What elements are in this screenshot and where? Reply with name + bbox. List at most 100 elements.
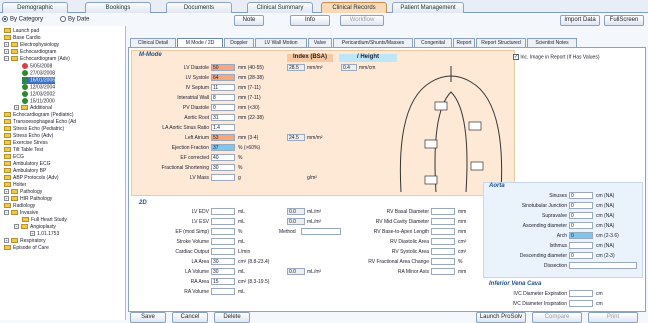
mmode-field-input[interactable]: 11 xyxy=(211,84,235,91)
tab-clinical-summary[interactable]: Clinical Summary xyxy=(247,2,313,13)
print-button[interactable]: Print xyxy=(588,312,638,323)
tree-item[interactable]: + Electrophysiology xyxy=(4,42,59,49)
tree-item[interactable]: + Echocardiogram xyxy=(4,49,56,56)
rv-field-input[interactable] xyxy=(431,268,455,275)
collapse-icon[interactable]: − xyxy=(14,224,19,230)
subtab-congenital[interactable]: Congenital xyxy=(414,38,452,47)
rv-field-input[interactable] xyxy=(431,218,455,225)
workflow-button[interactable]: Workflow xyxy=(340,15,384,26)
tree-item[interactable]: − Invasive xyxy=(4,210,38,217)
subtab-valve[interactable]: Valve xyxy=(308,38,332,47)
twod-field-input[interactable]: 30 xyxy=(211,268,235,275)
cancel-button[interactable]: Cancel xyxy=(172,312,208,323)
mmode-field-input[interactable]: 8 xyxy=(211,94,235,101)
rv-field-input[interactable] xyxy=(431,258,455,265)
mmode-field-input[interactable]: 40 xyxy=(211,154,235,161)
tree-item[interactable]: Holter xyxy=(4,182,26,189)
expand-icon[interactable]: + xyxy=(4,42,9,48)
ivc-field-input[interactable] xyxy=(569,290,593,297)
tab-patient-management[interactable]: Patient Management xyxy=(392,2,464,13)
subtab-clinical-detail[interactable]: Clinical Detail xyxy=(130,38,176,47)
info-button[interactable]: Info xyxy=(290,15,330,26)
tree-item[interactable]: Exercise Stress xyxy=(4,140,48,147)
rv-field-input[interactable] xyxy=(431,228,455,235)
tree-item[interactable]: Stress Echo (Adv) xyxy=(4,133,53,140)
mmode-field-input[interactable]: 1.4 xyxy=(211,124,235,131)
twod-field-input[interactable]: 15 xyxy=(211,278,235,285)
expand-icon[interactable]: + xyxy=(4,238,9,244)
tree-item[interactable]: Echocardiogram (Pediatric) xyxy=(4,112,74,119)
expand-icon[interactable]: + xyxy=(30,231,35,237)
tree-item[interactable]: Stress Echo (Pediatric) xyxy=(4,126,64,133)
aorta-field-input[interactable]: 0 xyxy=(569,202,593,209)
mmode-field-input[interactable]: 50 xyxy=(211,64,235,71)
twod-field-input[interactable] xyxy=(211,288,235,295)
import-data-button[interactable]: Import Data xyxy=(560,15,600,26)
subtab-pericardium[interactable]: Pericardium/Shunts/Masses xyxy=(333,38,413,47)
tree-item[interactable]: Base Cardio xyxy=(4,35,41,42)
rv-field-input[interactable] xyxy=(431,248,455,255)
collapse-icon[interactable]: − xyxy=(4,56,9,62)
tree-item[interactable]: Radiology xyxy=(4,203,35,210)
subtab-doppler[interactable]: Doppler xyxy=(224,38,254,47)
aorta-field-input[interactable] xyxy=(569,242,593,249)
aorta-field-input[interactable]: 0 xyxy=(569,192,593,199)
tree-item[interactable]: Ambulatory ECG xyxy=(4,161,51,168)
twod-field-input[interactable] xyxy=(211,238,235,245)
ivc-field-input[interactable] xyxy=(569,300,593,307)
expand-icon[interactable]: + xyxy=(4,196,9,202)
mmode-field-input[interactable]: 53 xyxy=(211,134,235,141)
aorta-field-input[interactable]: 0 xyxy=(569,232,593,239)
twod-field-input[interactable] xyxy=(211,218,235,225)
mmode-field-input[interactable]: 31 xyxy=(211,114,235,121)
tree-item[interactable]: − Echocardiogram (Adv) xyxy=(4,56,70,63)
twod-field-input[interactable] xyxy=(211,208,235,215)
mmode-field-input[interactable] xyxy=(211,174,235,181)
mmode-field-input[interactable]: 37 xyxy=(211,144,235,151)
rv-field-input[interactable] xyxy=(431,238,455,245)
mmode-field-input[interactable]: 30 xyxy=(211,164,235,171)
tree-item[interactable]: +1.01.1753 xyxy=(30,231,59,238)
tree-item[interactable]: Episode of Care xyxy=(4,245,49,252)
expand-icon[interactable]: + xyxy=(4,49,9,55)
tree-item[interactable]: ECG xyxy=(4,154,24,161)
mmode-field-input[interactable]: 64 xyxy=(211,74,235,81)
expand-icon[interactable]: + xyxy=(4,189,9,195)
tree-item[interactable]: − Angioplasty xyxy=(14,224,56,231)
tree-item[interactable]: Ambulatory BP xyxy=(4,168,46,175)
subtab-scientist-notes[interactable]: Scientist Notes xyxy=(527,38,577,47)
subtab-mmode-2d[interactable]: M Mode / 2D xyxy=(177,38,223,47)
save-button[interactable]: Save xyxy=(130,312,166,323)
by-date-radio[interactable]: By Date xyxy=(60,16,89,23)
tree-item[interactable]: + Pathology xyxy=(4,189,42,196)
twod-field-input[interactable] xyxy=(211,228,235,235)
compare-button[interactable]: Compare xyxy=(532,312,582,323)
note-button[interactable]: Note xyxy=(234,15,264,26)
delete-button[interactable]: Delete xyxy=(214,312,250,323)
aorta-field-input[interactable]: 0 xyxy=(569,222,593,229)
collapse-icon[interactable]: − xyxy=(4,210,9,216)
include-image-checkbox[interactable]: ✓ Inc. Image in Report (If Has Values) xyxy=(513,54,600,60)
tree-item[interactable]: ABP Protocols (Adv) xyxy=(4,175,58,182)
twod-field-input[interactable]: 30 xyxy=(211,258,235,265)
tab-bookings[interactable]: Bookings xyxy=(85,2,151,13)
method-select[interactable] xyxy=(301,228,341,235)
twod-field-input[interactable] xyxy=(211,248,235,255)
tree-item[interactable]: + Respiratory xyxy=(4,238,46,245)
subtab-report-structured[interactable]: Report Structured xyxy=(476,38,526,47)
launch-prosolv-button[interactable]: Launch ProSolv xyxy=(476,312,526,323)
expand-icon[interactable]: + xyxy=(14,105,19,111)
tab-clinical-records[interactable]: Clinical Records xyxy=(321,2,387,13)
subtab-lv-wall-motion[interactable]: LV Wall Motion xyxy=(255,38,307,47)
aorta-field-input[interactable]: 0 xyxy=(569,252,593,259)
subtab-report[interactable]: Report xyxy=(453,38,475,47)
rv-field-input[interactable] xyxy=(431,208,455,215)
mmode-field-input[interactable]: 0 xyxy=(211,104,235,111)
tree-item[interactable]: + Additional xyxy=(14,105,52,112)
tab-demographic[interactable]: Demographic xyxy=(2,2,68,13)
tree-item[interactable]: Tilt Table Test xyxy=(4,147,43,154)
tree-item[interactable]: Launch pad xyxy=(4,28,39,35)
fullscreen-button[interactable]: FullScreen xyxy=(604,15,644,26)
aorta-field-input[interactable]: 0 xyxy=(569,212,593,219)
tree-item[interactable]: Full Heart Study xyxy=(22,217,67,224)
